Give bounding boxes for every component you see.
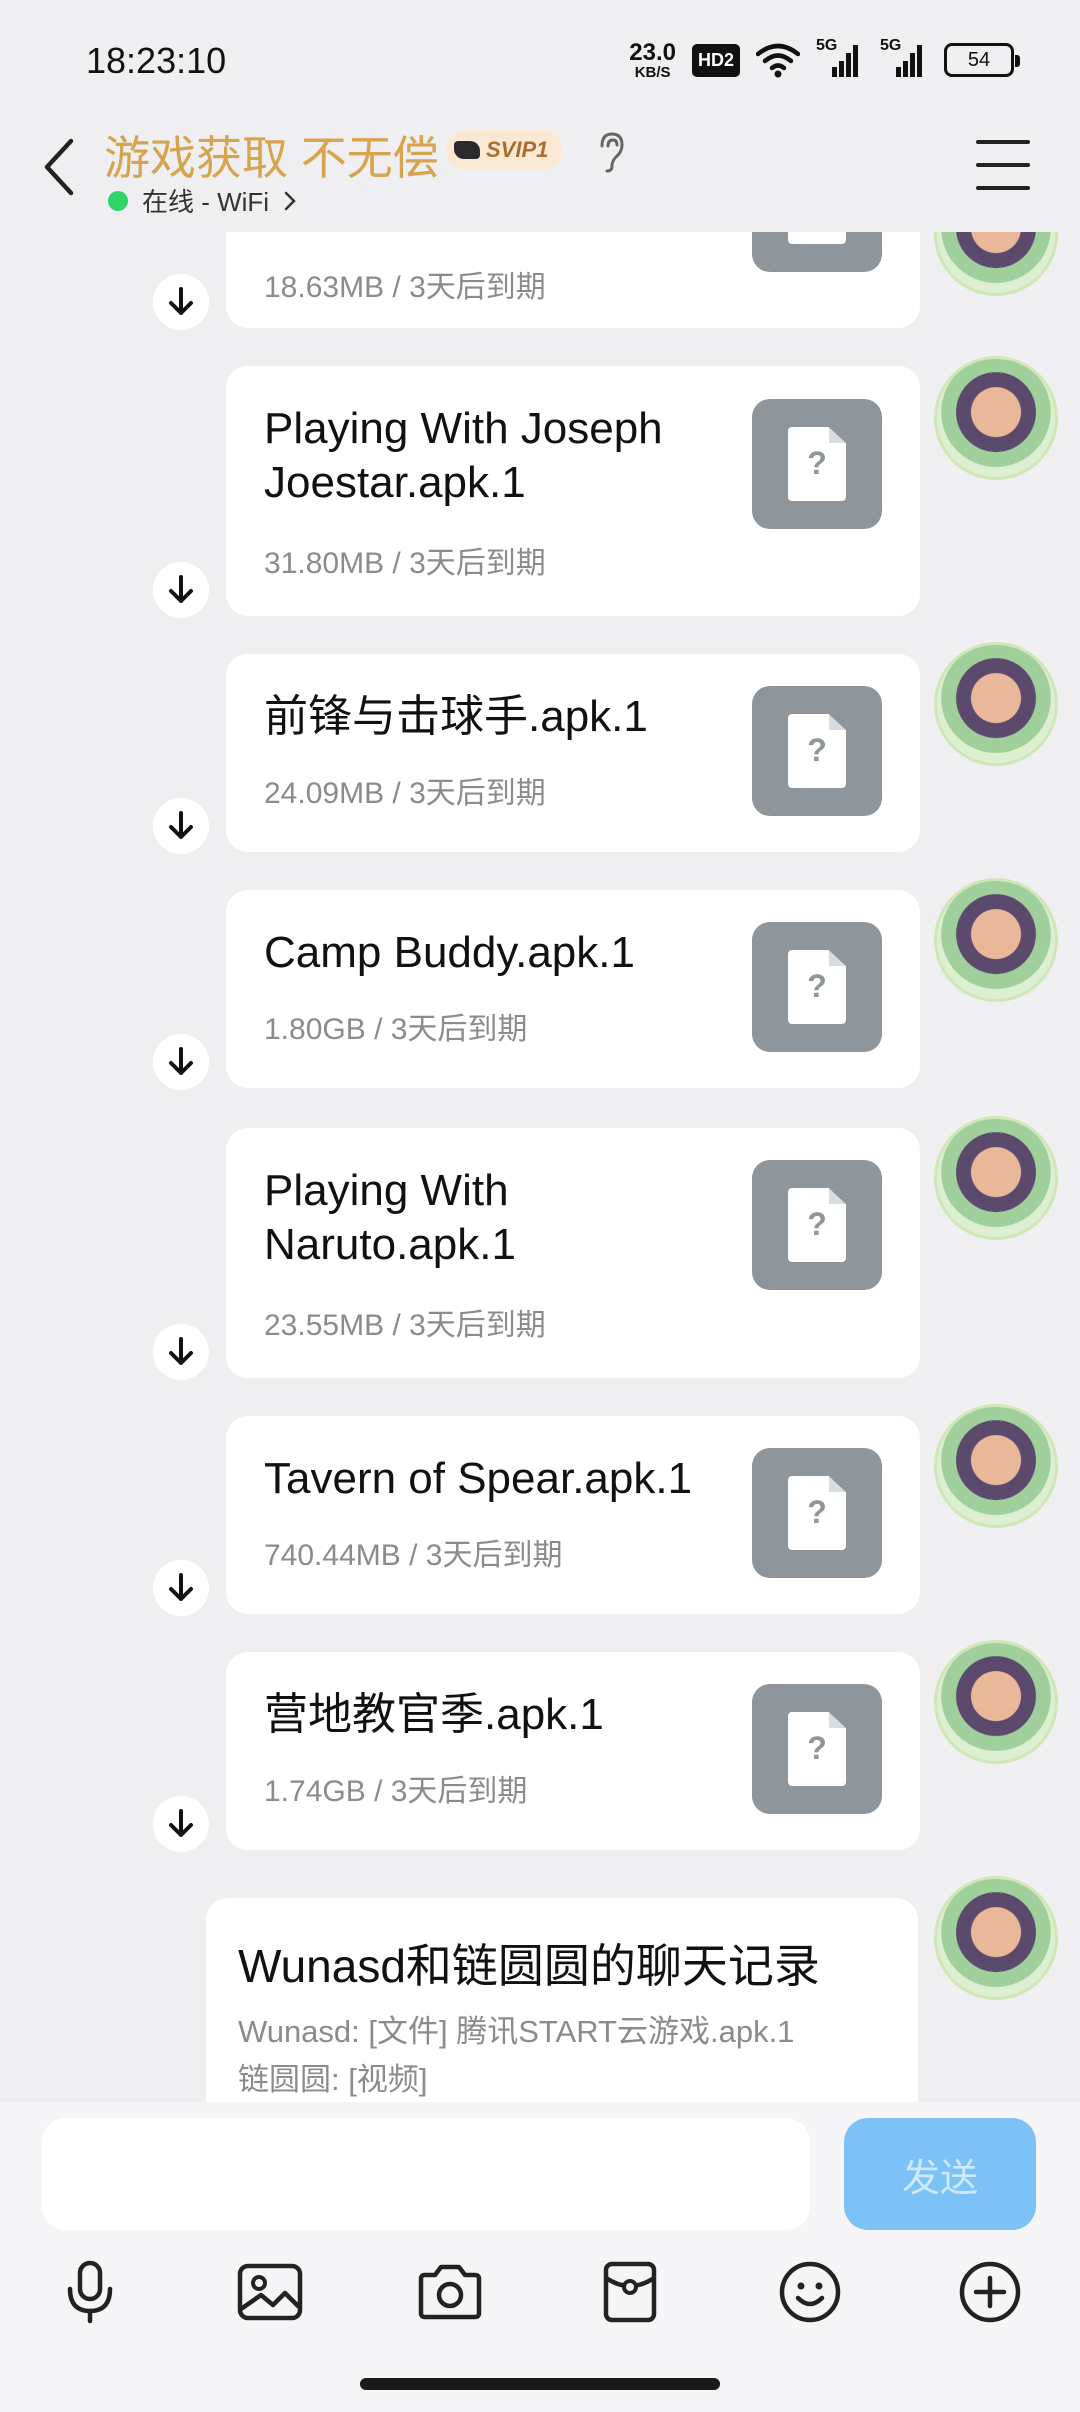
network-speed-value: 23.0 — [629, 38, 676, 66]
red-packet-icon — [603, 2261, 657, 2323]
download-arrow-icon — [169, 1573, 193, 1601]
chat-header: 游戏获取 不无偿 SVIP1 在线 - WiFi — [0, 110, 1080, 232]
unknown-file-icon: ? — [752, 1448, 882, 1578]
chat-history-line: 链圆圆: [视频] — [238, 2062, 428, 2097]
unknown-file-icon: ? — [752, 399, 882, 529]
chat-history-card[interactable]: Wunasd和链圆圆的聊天记录 Wunasd: [文件] 腾讯START云游戏.… — [206, 1898, 918, 2102]
download-button[interactable] — [153, 1034, 209, 1090]
download-arrow-icon — [169, 1809, 193, 1837]
file-message[interactable]: 营地教官季.apk.1 1.74GB / 3天后到期 ? — [226, 1652, 920, 1850]
avatar[interactable] — [934, 878, 1058, 1002]
add-icon — [959, 2261, 1021, 2323]
file-meta: 740.44MB / 3天后到期 — [264, 1539, 563, 1572]
avatar[interactable] — [934, 232, 1058, 296]
image-icon — [237, 2263, 303, 2321]
emoji-icon — [779, 2261, 841, 2323]
home-indicator[interactable] — [360, 2378, 720, 2390]
network-speed-unit: KB/S — [634, 63, 671, 81]
file-message[interactable]: Playing With Joseph Joestar.apk.1 31.80M… — [226, 366, 920, 616]
file-name: 营地教官季.apk.1 — [264, 1690, 604, 1739]
file-meta: 18.63MB / 3天后到期 — [264, 271, 546, 304]
download-button[interactable] — [153, 798, 209, 854]
more-button[interactable] — [950, 2252, 1030, 2332]
download-button[interactable] — [153, 562, 209, 618]
download-button[interactable] — [153, 1560, 209, 1616]
online-status[interactable]: 在线 - WiFi — [108, 182, 297, 219]
emoji-button[interactable] — [770, 2252, 850, 2332]
avatar[interactable] — [934, 1116, 1058, 1240]
menu-button[interactable] — [976, 140, 1030, 190]
avatar[interactable] — [934, 356, 1058, 480]
file-name: 前锋与击球手.apk.1 — [264, 692, 648, 741]
cellular-signal-icon: 5G — [816, 37, 864, 77]
download-button[interactable] — [153, 274, 209, 330]
download-button[interactable] — [153, 1796, 209, 1852]
file-name: Camp Buddy.apk.1 — [264, 928, 635, 977]
avatar[interactable] — [934, 642, 1058, 766]
chevron-right-icon — [284, 191, 296, 210]
online-status-text: 在线 - WiFi — [142, 187, 270, 217]
ear-icon[interactable] — [594, 130, 626, 174]
cellular-signal-icon: 5G — [880, 37, 928, 77]
download-arrow-icon — [169, 575, 193, 603]
file-message[interactable]: Playing With Naruto.apk.1 23.55MB / 3天后到… — [226, 1128, 920, 1378]
file-name: Playing With Joseph Joestar.apk.1 — [264, 404, 663, 507]
file-message[interactable]: 18.63MB / 3天后到期 ? — [226, 232, 920, 328]
file-meta: 24.09MB / 3天后到期 — [264, 777, 546, 810]
chat-history-line: Wunasd: [文件] 腾讯START云游戏.apk.1 — [238, 2014, 795, 2049]
back-button[interactable] — [34, 132, 84, 202]
hd-icon: HD2 — [691, 43, 740, 77]
image-button[interactable] — [230, 2252, 310, 2332]
chat-title[interactable]: 游戏获取 不无偿 — [104, 122, 439, 188]
online-dot-icon — [108, 190, 128, 211]
svip-label: SVIP1 — [486, 137, 549, 162]
camera-button[interactable] — [410, 2252, 490, 2332]
battery-icon: 54 — [944, 43, 1020, 77]
input-toolbar — [0, 2252, 1080, 2342]
red-packet-button[interactable] — [590, 2252, 670, 2332]
avatar[interactable] — [934, 1404, 1058, 1528]
unknown-file-icon: ? — [752, 1160, 882, 1290]
crown-icon — [454, 141, 480, 159]
file-meta: 31.80MB / 3天后到期 — [264, 547, 546, 580]
signal-label: 5G — [816, 37, 838, 54]
avatar[interactable] — [934, 1640, 1058, 1764]
camera-icon — [418, 2264, 482, 2320]
input-area: 发送 — [0, 2102, 1080, 2412]
message-input[interactable] — [42, 2118, 810, 2230]
file-message[interactable]: Camp Buddy.apk.1 1.80GB / 3天后到期 ? — [226, 890, 920, 1088]
voice-button[interactable] — [50, 2252, 130, 2332]
unknown-file-icon: ? — [752, 232, 882, 272]
unknown-file-icon: ? — [752, 686, 882, 816]
download-arrow-icon — [169, 1047, 193, 1075]
download-button[interactable] — [153, 1324, 209, 1380]
file-meta: 23.55MB / 3天后到期 — [264, 1309, 546, 1342]
microphone-icon — [67, 2260, 113, 2324]
menu-icon — [976, 140, 1030, 144]
avatar[interactable] — [934, 1876, 1058, 2000]
send-button[interactable]: 发送 — [844, 2118, 1036, 2230]
file-name: Tavern of Spear.apk.1 — [264, 1454, 693, 1503]
download-arrow-icon — [169, 1337, 193, 1365]
chat-history-title: Wunasd和链圆圆的聊天记录 — [238, 1940, 820, 1992]
file-meta: 1.80GB / 3天后到期 — [264, 1013, 528, 1046]
unknown-file-icon: ? — [752, 1684, 882, 1814]
file-meta: 1.74GB / 3天后到期 — [264, 1775, 528, 1808]
svip-badge[interactable]: SVIP1 — [446, 130, 563, 170]
status-time: 18:23:10 — [86, 40, 227, 81]
back-icon — [44, 138, 74, 196]
file-message[interactable]: 前锋与击球手.apk.1 24.09MB / 3天后到期 ? — [226, 654, 920, 852]
status-icons: 23.0 KB/S HD2 5G 5G 54 — [629, 37, 1020, 82]
status-bar: 18:23:10 23.0 KB/S HD2 5G 5G 54 — [0, 0, 1080, 110]
file-message[interactable]: Tavern of Spear.apk.1 740.44MB / 3天后到期 ? — [226, 1416, 920, 1614]
wifi-icon — [756, 43, 800, 78]
download-arrow-icon — [169, 287, 193, 315]
message-list[interactable]: 18.63MB / 3天后到期 ? Playing With Joseph Jo… — [0, 232, 1080, 2102]
download-arrow-icon — [169, 811, 193, 839]
file-name: Playing With Naruto.apk.1 — [264, 1166, 516, 1269]
unknown-file-icon: ? — [752, 922, 882, 1052]
network-speed: 23.0 KB/S — [629, 38, 676, 81]
signal-label: 5G — [880, 37, 902, 54]
